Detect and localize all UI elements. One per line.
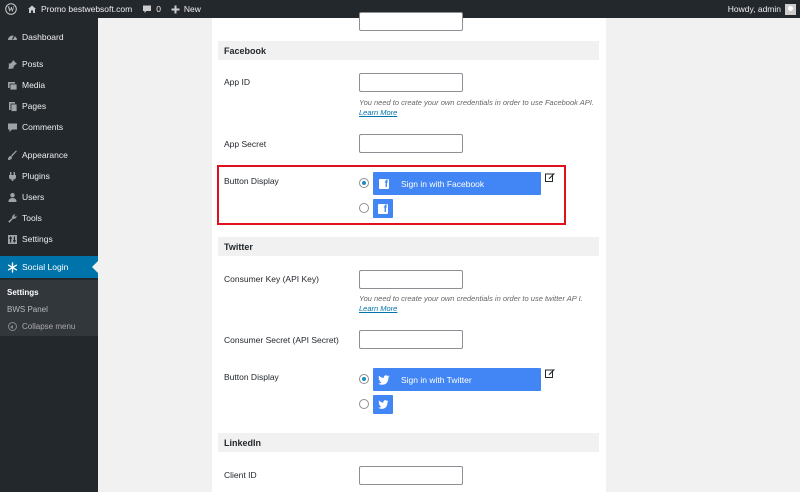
previous-section-field[interactable]: [359, 12, 463, 31]
app-secret-label: App Secret: [224, 139, 267, 149]
sidebar-item-label: Dashboard: [22, 32, 64, 42]
submenu-item-settings[interactable]: Settings: [7, 288, 39, 297]
sidebar-item-label: Media: [22, 80, 46, 90]
sidebar-item-label: Posts: [22, 59, 44, 69]
howdy-text: Howdy, admin: [727, 4, 781, 14]
twitter-bird-icon: [377, 400, 388, 409]
avatar: [785, 3, 796, 15]
twitter-display-full-radio[interactable]: [359, 374, 369, 384]
sidebar-item-label: Pages: [22, 101, 47, 111]
plus-icon: [171, 5, 180, 13]
new-label: New: [183, 4, 201, 14]
home-icon: [28, 5, 36, 13]
facebook-app-secret-input[interactable]: [359, 134, 463, 153]
admin-sidebar: Dashboard Posts Media Pages Comments App…: [0, 18, 98, 492]
collapse-arrow-icon: [8, 322, 17, 331]
pages-icon: [5, 99, 19, 113]
new-content-link[interactable]: New: [166, 0, 206, 18]
twitter-section-title: Twitter: [218, 237, 599, 256]
dashboard-icon: [5, 30, 19, 44]
sidebar-item-label: Users: [22, 192, 45, 202]
facebook-app-id-input[interactable]: [359, 73, 463, 92]
wordpress-logo-icon[interactable]: W: [0, 0, 22, 18]
brush-icon: [5, 148, 19, 162]
app-id-label: App ID: [224, 77, 250, 87]
snowflake-icon: [5, 260, 19, 274]
twitter-sign-in-button-preview: Sign in with Twitter: [373, 368, 541, 391]
twitter-display-icon-radio[interactable]: [359, 399, 369, 409]
sidebar-item-media[interactable]: Media: [0, 75, 98, 95]
sidebar-item-label: Appearance: [22, 150, 68, 160]
edit-icon[interactable]: [545, 368, 555, 378]
sidebar-item-label: Settings: [22, 234, 53, 244]
linkedin-section-title: LinkedIn: [218, 433, 599, 452]
comments-icon: [5, 120, 19, 134]
sidebar-item-comments[interactable]: Comments: [0, 117, 98, 137]
sidebar-item-label: Social Login: [22, 262, 69, 272]
sidebar-item-users[interactable]: Users: [0, 187, 98, 207]
media-icon: [5, 78, 19, 92]
consumer-key-label: Consumer Key (API Key): [224, 274, 319, 284]
twitter-credentials-desc: You need to create your own credentials …: [359, 294, 583, 313]
button-display-highlight: [217, 165, 566, 225]
comments-link[interactable]: 0: [137, 0, 166, 18]
sidebar-item-tools[interactable]: Tools: [0, 208, 98, 228]
sidebar-item-plugins[interactable]: Plugins: [0, 166, 98, 186]
twitter-learn-more-link[interactable]: Learn More: [359, 304, 397, 313]
plug-icon: [5, 169, 19, 183]
site-name-link[interactable]: Promo bestwebsoft.com: [22, 0, 137, 18]
facebook-section-title: Facebook: [218, 41, 599, 60]
twitter-button-text: Sign in with Twitter: [401, 374, 472, 385]
comments-count: 0: [156, 4, 161, 14]
pin-icon: [5, 57, 19, 71]
sidebar-item-label: Tools: [22, 213, 42, 223]
settings-panel: Facebook App ID You need to create your …: [212, 12, 606, 492]
comment-bubble-icon: [143, 5, 152, 13]
consumer-secret-label: Consumer Secret (API Secret): [224, 335, 339, 345]
sidebar-item-label: Comments: [22, 122, 64, 132]
linkedin-client-id-input[interactable]: [359, 466, 463, 485]
users-icon: [5, 190, 19, 204]
sidebar-item-pages[interactable]: Pages: [0, 96, 98, 116]
collapse-menu-button[interactable]: Collapse menu: [0, 322, 75, 331]
sidebar-item-label: Plugins: [22, 171, 50, 181]
twitter-consumer-secret-input[interactable]: [359, 330, 463, 349]
twitter-bird-icon: [373, 368, 395, 391]
sidebar-item-appearance[interactable]: Appearance: [0, 145, 98, 165]
facebook-credentials-desc: You need to create your own credentials …: [359, 98, 594, 117]
submenu-item-bws-panel[interactable]: BWS Panel: [7, 305, 48, 314]
wrench-icon: [5, 211, 19, 225]
account-menu[interactable]: Howdy, admin: [723, 0, 800, 18]
sidebar-item-dashboard[interactable]: Dashboard: [0, 27, 98, 47]
sidebar-item-posts[interactable]: Posts: [0, 54, 98, 74]
facebook-learn-more-link[interactable]: Learn More: [359, 108, 397, 117]
twitter-consumer-key-input[interactable]: [359, 270, 463, 289]
twitter-icon-button-preview: [373, 395, 393, 414]
sidebar-item-settings[interactable]: Settings: [0, 229, 98, 249]
collapse-menu-label: Collapse menu: [22, 322, 76, 331]
settings-icon: [5, 232, 19, 246]
site-name: Promo bestwebsoft.com: [41, 4, 133, 14]
sidebar-item-social-login[interactable]: Social Login: [0, 256, 98, 278]
client-id-label: Client ID: [224, 470, 257, 480]
twitter-button-display-label: Button Display: [224, 372, 279, 382]
svg-text:W: W: [8, 6, 15, 14]
